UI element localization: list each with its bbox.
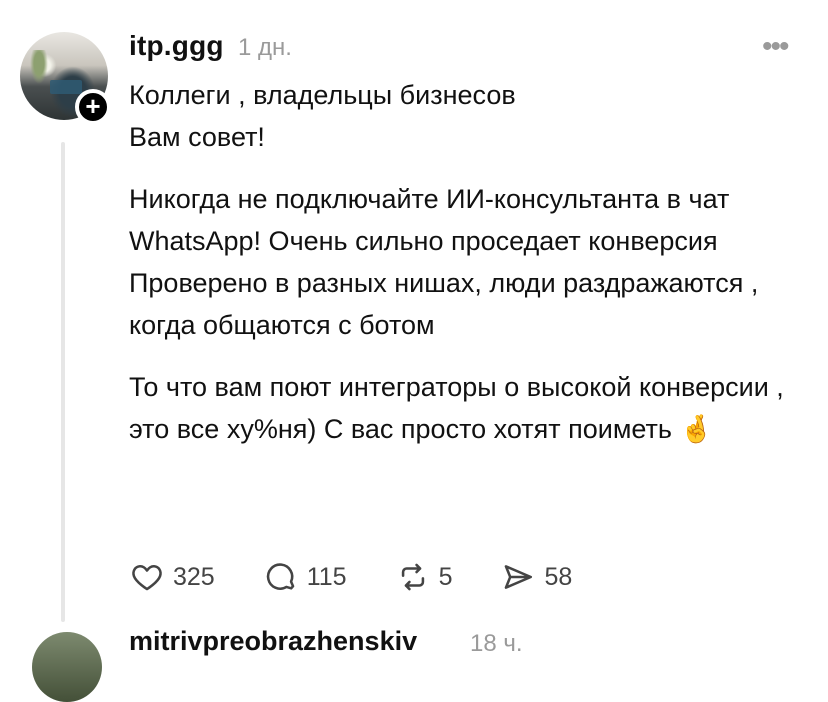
share-count: 58 (544, 562, 573, 591)
avatar-screen (50, 80, 82, 94)
like-count: 325 (173, 562, 215, 591)
follow-plus-icon[interactable]: + (75, 89, 111, 125)
repost-icon (401, 563, 424, 591)
comment-line: То что вам поют интеграторы о высокой ко… (129, 372, 784, 444)
repost-button[interactable]: 5 (395, 560, 453, 594)
action-bar: 325 115 5 58 (129, 557, 620, 597)
heart-icon (132, 564, 162, 591)
avatar-plant (30, 50, 48, 84)
thread-line (61, 142, 65, 622)
comment-line: Никогда не подключайте ИИ-консультанта в… (129, 184, 730, 256)
next-timestamp: 18 ч. (470, 630, 523, 657)
share-button[interactable]: 58 (500, 560, 572, 594)
like-button[interactable]: 325 (129, 560, 215, 594)
comment-icon (266, 563, 295, 590)
reply-button[interactable]: 115 (263, 560, 347, 594)
comment-line: Проверено в разных нишах, люди раздражаю… (129, 268, 759, 340)
repost-count: 5 (438, 562, 453, 591)
more-options-icon[interactable]: ••• (762, 30, 789, 64)
comment-line: Коллеги , владельцы бизнесов (129, 80, 516, 110)
comment-body: Коллеги , владельцы бизнесов Вам совет! … (129, 74, 789, 450)
timestamp: 1 дн. (238, 34, 292, 61)
send-icon (505, 565, 533, 589)
comment-line: Вам совет! (129, 122, 265, 152)
next-username[interactable]: mitrivpreobrazhenskiv (129, 626, 417, 657)
reply-count: 115 (306, 562, 347, 591)
username[interactable]: itp.ggg (129, 30, 224, 62)
next-avatar[interactable] (32, 632, 102, 702)
